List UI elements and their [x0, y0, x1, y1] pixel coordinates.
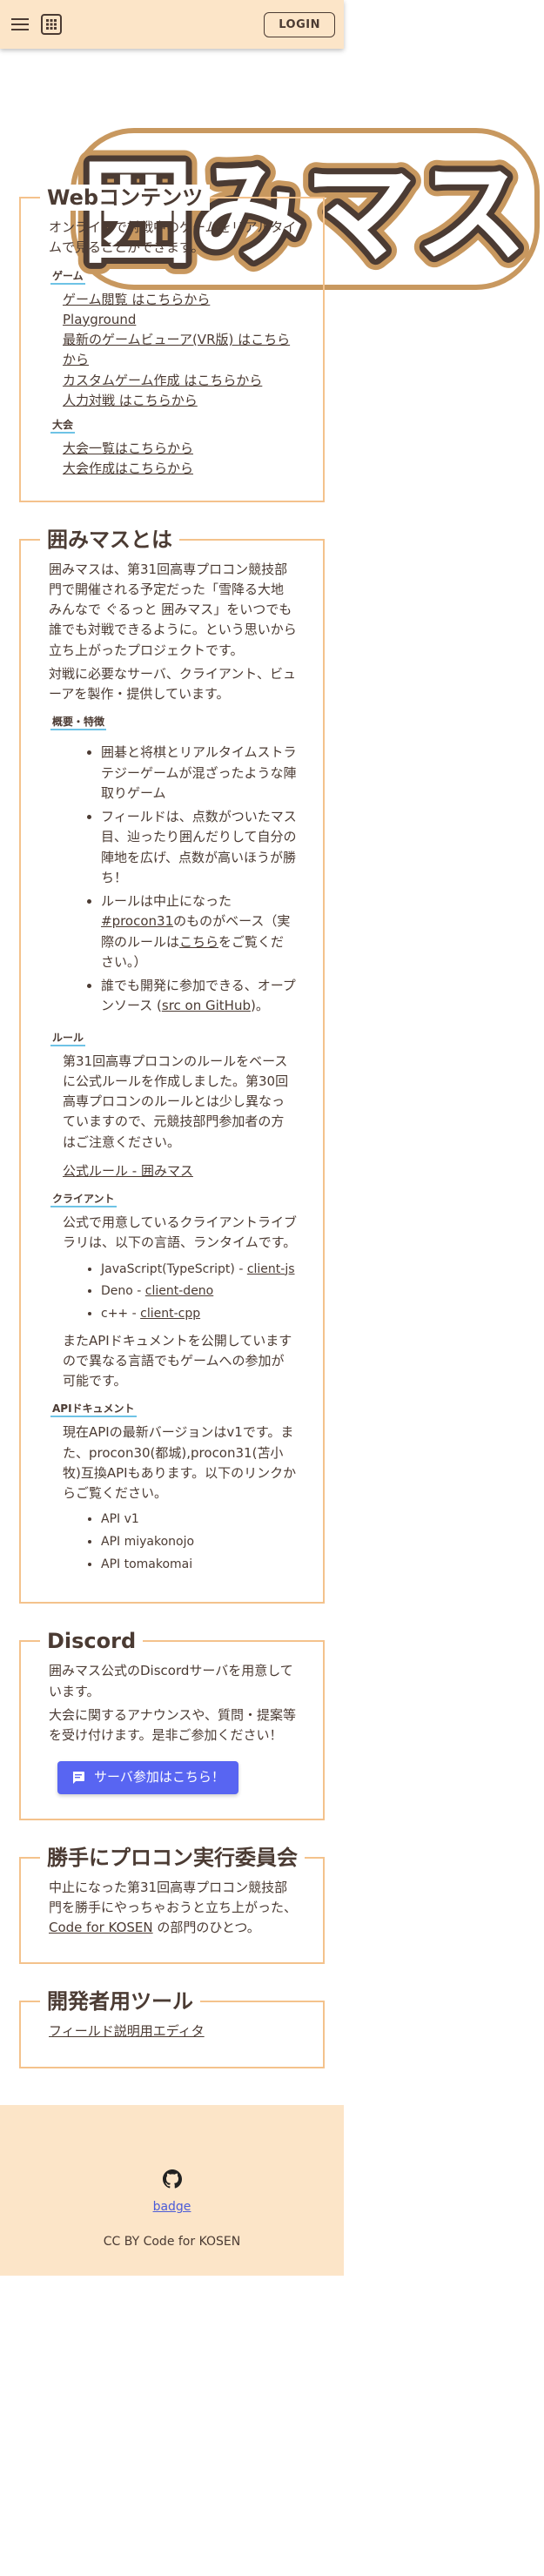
section-title: Discord: [40, 1628, 144, 1655]
client-cpp-link[interactable]: client-cpp: [140, 1307, 200, 1321]
features-subheading: 概要・特徴: [50, 715, 107, 731]
tournament-links: 大会一覧はこちらから 大会作成はこちらから: [49, 439, 297, 480]
game-subheading: ゲーム: [50, 269, 85, 285]
client-deno-link[interactable]: client-deno: [145, 1284, 213, 1298]
web-intro: オンラインで対戦中のゲームをリアルタイムで見ることができます。: [49, 219, 297, 256]
list-item: ルールは中止になった#procon31のものがベース（実際のルールはこちらをご覧…: [101, 891, 297, 972]
tournament-subheading: 大会: [50, 418, 76, 434]
about-section: 囲みマスとは 囲みマスは、第31回高専プロコン競技部門で開催される予定だった「雪…: [19, 526, 325, 1604]
chat-icon: [71, 1771, 85, 1785]
list-item: Deno - client-deno: [101, 1282, 297, 1301]
discord-text-2: 大会に関するアナウンスや、質問・提案等を受け付けます。是非ご参加ください！: [49, 1706, 296, 1744]
list-item: API miyakonojo: [101, 1533, 297, 1552]
section-title: Webコンテンツ: [40, 185, 211, 211]
discord-text: 囲みマス公式のDiscordサーバを用意しています。: [49, 1663, 293, 1699]
api-v1-link[interactable]: API v1: [101, 1512, 139, 1526]
game-view-link[interactable]: ゲーム閲覧 はこちらから: [63, 290, 297, 310]
discord-join-button[interactable]: サーバ参加はこちら！: [57, 1761, 238, 1794]
manual-match-link[interactable]: 人力対戦 はこちらから: [63, 391, 297, 411]
github-src-link[interactable]: src on GitHub: [162, 998, 251, 1013]
copyright: CC BY Code for KOSEN: [103, 2235, 241, 2249]
official-rules-link[interactable]: 公式ルール - 囲みマス: [63, 1163, 193, 1179]
list-item: API v1: [101, 1510, 297, 1530]
tournament-create-link[interactable]: 大会作成はこちらから: [63, 459, 297, 479]
committee-text: 中止になった第31回高専プロコン競技部門を勝手にやっちゃおうと立ち上がった、 Co…: [49, 1878, 297, 1939]
client-js-link[interactable]: client-js: [247, 1262, 295, 1276]
playground-link[interactable]: Playground: [63, 310, 297, 330]
devtools-section: 開発者用ツール フィールド説明用エディタ: [19, 1988, 325, 2068]
section-title: 囲みマスとは: [40, 526, 179, 553]
client-text: 公式で用意しているクライアントライブラリは、以下の言語、ランタイムです。: [63, 1214, 297, 1251]
procon31-link[interactable]: #procon31: [101, 913, 173, 929]
rules-subheading: ルール: [50, 1031, 86, 1046]
tournament-list-link[interactable]: 大会一覧はこちらから: [63, 439, 297, 459]
login-button[interactable]: LOGIN: [264, 11, 335, 37]
list-item: c++ - client-cpp: [101, 1305, 297, 1324]
client-deno-label: Deno -: [101, 1284, 145, 1299]
badge-link[interactable]: badge: [0, 2198, 344, 2217]
code-for-kosen-link[interactable]: Code for KOSEN: [49, 1920, 153, 1935]
list-item: API tomakomai: [101, 1556, 297, 1575]
client-js-label: JavaScript(TypeScript) -: [101, 1261, 247, 1276]
section-title: 開発者用ツール: [40, 1988, 200, 2015]
list-item: フィールドは、点数がついたマス目、辿ったり囲んだりして自分の陣地を広げ、点数が高…: [101, 807, 297, 888]
game-links: ゲーム閲覧 はこちらから Playground 最新のゲームビューア(VR版) …: [49, 290, 297, 412]
committee-section: 勝手にプロコン実行委員会 中止になった第31回高専プロコン競技部門を勝手にやっち…: [19, 1844, 325, 1965]
list-item: 誰でも開発に参加できる、オープンソース (src on GitHub)。: [101, 976, 297, 1017]
client-block: 公式で用意しているクライアントライブラリは、以下の言語、ランタイムです。 Jav…: [49, 1213, 297, 1391]
rules-block: 第31回高専プロコンのルールをベースに公式ルールを作成しました。第30回高専プロ…: [49, 1052, 297, 1182]
section-title: 勝手にプロコン実行委員会: [40, 1844, 305, 1871]
page: LOGIN 囲みマス 囲みマス 囲みマス Webコンテンツ オンラインで対戦中の…: [0, 0, 540, 2276]
client-note: またAPIドキュメントを公開していますので異なる言語でもゲームへの参加が可能です…: [63, 1332, 292, 1389]
discord-button-label: サーバ参加はこちら！: [94, 1769, 225, 1786]
hamburger-menu-icon[interactable]: [9, 13, 31, 36]
about-intro-2: 対戦に必要なサーバ、クライアント、ビューアを製作・提供しています。: [49, 665, 296, 702]
vr-viewer-link[interactable]: 最新のゲームビューア(VR版) はこちらから: [63, 330, 297, 371]
apps-grid-icon[interactable]: [40, 13, 63, 36]
github-icon[interactable]: [162, 2169, 182, 2196]
rules-here-link[interactable]: こちら: [179, 934, 218, 950]
footer: badge CC BY Code for KOSEN: [0, 2104, 344, 2276]
list-item: 囲碁と将棋とリアルタイムストラテジーゲームが混ざったような陣取りゲーム: [101, 743, 297, 804]
api-subheading: APIドキュメント: [50, 1402, 137, 1418]
api-list: API v1 API miyakonojo API tomakomai: [63, 1510, 297, 1574]
list-item: JavaScript(TypeScript) - client-js: [101, 1261, 297, 1280]
api-text: 現在APIの最新バージョンはv1です。また、procon30(都城),proco…: [63, 1424, 297, 1502]
committee-text-b: の部門のひとつ。: [152, 1920, 260, 1936]
client-subheading: クライアント: [50, 1192, 117, 1207]
api-miyakonojo-link[interactable]: API miyakonojo: [101, 1535, 194, 1549]
rules-text: 第31回高専プロコンのルールをベースに公式ルールを作成しました。第30回高専プロ…: [63, 1053, 289, 1150]
api-block: 現在APIの最新バージョンはv1です。また、procon30(都城),proco…: [49, 1423, 297, 1574]
custom-game-link[interactable]: カスタムゲーム作成 はこちらから: [63, 371, 297, 391]
discord-section: Discord 囲みマス公式のDiscordサーバを用意しています。 大会に関す…: [19, 1628, 325, 1820]
field-editor-link[interactable]: フィールド説明用エディタ: [49, 2023, 205, 2039]
client-list: JavaScript(TypeScript) - client-js Deno …: [63, 1261, 297, 1324]
web-contents-section: Webコンテンツ オンラインで対戦中のゲームをリアルタイムで見ることができます。…: [19, 185, 325, 502]
features-list: 囲碁と将棋とリアルタイムストラテジーゲームが混ざったような陣取りゲーム フィール…: [49, 743, 297, 1016]
feature-text: ルールは中止になった: [101, 893, 232, 909]
about-intro: 囲みマスは、第31回高専プロコン競技部門で開催される予定だった「雪降る大地 みん…: [49, 561, 297, 658]
app-header: LOGIN: [0, 0, 344, 49]
feature-text: )。: [250, 998, 269, 1014]
committee-text-a: 中止になった第31回高専プロコン競技部門を勝手にやっちゃおうと立ち上がった、: [49, 1879, 298, 1915]
client-cpp-label: c++ -: [101, 1306, 141, 1321]
api-tomakomai-link[interactable]: API tomakomai: [101, 1557, 192, 1571]
